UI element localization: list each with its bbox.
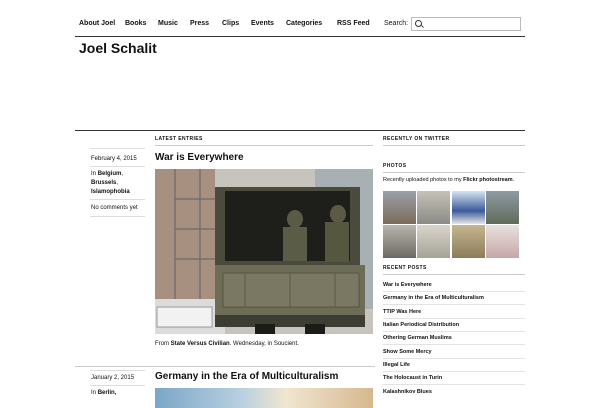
nav-books[interactable]: Books [125,20,146,27]
recent-post-link[interactable]: Illegal Life [383,362,410,368]
latest-entries-divider [155,145,373,146]
recent-post-link[interactable]: War is Everywhere [383,282,432,288]
nav-rss-feed[interactable]: RSS Feed [337,20,370,27]
flickr-thumbnail[interactable] [486,225,519,258]
recent-post-link[interactable]: Show Some Mercy [383,349,432,355]
in-label: In [91,171,97,177]
meta-divider [90,216,145,217]
post-photo [155,169,373,334]
recent-post-divider [383,331,525,332]
category-link-berlin[interactable]: Berlin, [98,390,117,396]
meta-divider [90,199,145,200]
recent-post-divider [383,291,525,292]
header-divider [75,130,525,131]
post-image[interactable] [155,388,373,408]
flickr-thumbnail[interactable] [417,225,450,258]
recent-post-link[interactable]: Germany in the Era of Multiculturalism [383,295,484,301]
search-input[interactable] [424,18,518,30]
recent-post-divider [383,304,525,305]
nav-categories[interactable]: Categories [286,20,322,27]
post-date: January 2, 2015 [91,375,135,381]
post-date: February 4, 2015 [91,156,137,162]
meta-divider [90,385,145,386]
flickr-thumbnail[interactable] [383,191,416,224]
flickr-thumbnail[interactable] [486,191,519,224]
recent-post-link[interactable]: Othering German Muslims [383,335,452,341]
search-icon [415,20,422,27]
caption-link[interactable]: State Versus Civilian [171,341,230,347]
photos-label: PHOTOS [383,163,407,169]
recent-post-divider [383,344,525,345]
site-title[interactable]: Joel Schalit [79,40,157,56]
category-link-islamophobia[interactable]: Islamophobia [91,189,130,195]
category-link-brussels[interactable]: Brussels [91,180,116,186]
sidebar-divider [383,172,525,173]
flickr-thumbnail[interactable] [452,225,485,258]
photos-description: Recently uploaded photos to my Flickr ph… [383,177,514,183]
search-label: Search: [384,20,409,27]
recent-posts-label: RECENT POSTS [383,265,427,271]
sidebar-divider [383,274,525,275]
page: About Joel Books Music Press Clips Event… [75,0,525,408]
flickr-thumbnail[interactable] [417,191,450,224]
recent-post-divider [383,371,525,372]
caption-suffix: . Wednesday, in Soucient. [229,341,299,347]
top-nav: About Joel Books Music Press Clips Event… [75,16,525,37]
post-categories: In Belgium, Brussels, Islamophobia [91,171,130,195]
meta-divider [90,148,145,149]
post-caption: From State Versus Civilian. Wednesday, i… [155,341,299,347]
category-link-belgium[interactable]: Belgium [98,171,122,177]
flickr-thumbnail[interactable] [452,191,485,224]
caption-prefix: From [155,341,169,347]
nav-events[interactable]: Events [251,20,274,27]
in-label: In [91,390,97,396]
nav-about[interactable]: About Joel [79,20,115,27]
recent-post-divider [383,318,525,319]
nav-music[interactable]: Music [158,20,178,27]
nav-press[interactable]: Press [190,20,209,27]
photos-text-prefix: Recently uploaded photos to my [383,177,464,183]
recent-post-divider [383,358,525,359]
recent-post-link[interactable]: The Holocaust in Turin [383,375,442,381]
meta-divider [90,370,145,371]
recent-post-divider [383,384,525,385]
post-categories: In Berlin, [91,389,116,398]
recently-on-twitter-label: RECENTLY ON TWITTER [383,136,450,142]
flickr-thumbnail[interactable] [383,225,416,258]
post-image[interactable] [155,169,373,334]
latest-entries-label: LATEST ENTRIES [155,136,203,142]
recent-post-link[interactable]: TTIP Was Here [383,309,421,315]
photos-text-suffix: . [512,177,515,183]
meta-divider [90,166,145,167]
flickr-link[interactable]: Flickr photostream [463,177,513,183]
recent-post-link[interactable]: Italian Periodical Distribution [383,322,459,328]
post-title[interactable]: Germany in the Era of Multiculturalism [155,371,338,382]
nav-clips[interactable]: Clips [222,20,239,27]
sidebar-divider [383,145,525,146]
post-title[interactable]: War is Everywhere [155,152,244,163]
recent-post-link[interactable]: Kalashnikov Blues [383,389,432,395]
post-comments-link[interactable]: No comments yet [91,204,138,213]
post-separator [75,366,375,367]
search-box[interactable] [411,17,521,31]
